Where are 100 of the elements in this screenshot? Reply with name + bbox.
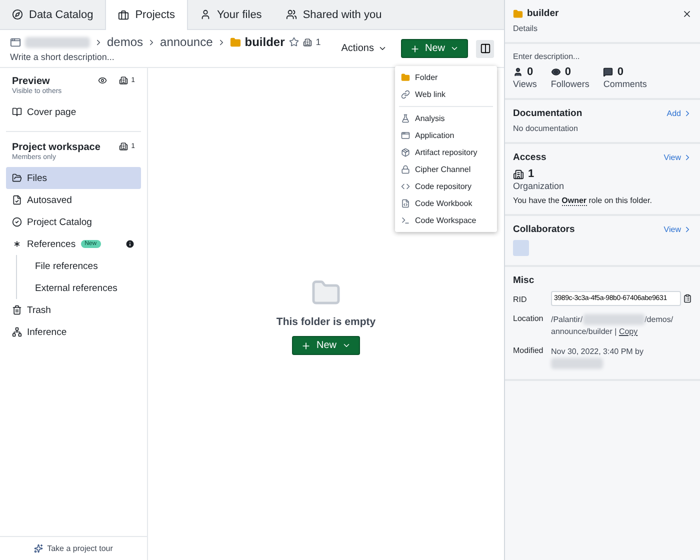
building-icon [513, 168, 524, 180]
section-title: Collaborators [513, 224, 576, 235]
clipboard-icon [683, 294, 692, 303]
briefcase-icon [118, 10, 130, 20]
compass-icon [12, 9, 23, 20]
panel-title: builder [527, 8, 560, 19]
stat-value: 0 [564, 66, 571, 78]
building-icon [119, 76, 128, 85]
organization-label: Organization [513, 181, 566, 191]
sidebar-item[interactable]: File references [17, 255, 141, 277]
collaborator-avatar [513, 240, 529, 256]
chevron-icon [683, 225, 692, 234]
section-title: Preview [12, 76, 51, 87]
document-icon [12, 195, 22, 205]
field-label: RID [513, 294, 528, 304]
folder-icon [401, 73, 410, 82]
columns-icon [480, 43, 490, 54]
close-icon[interactable] [682, 8, 692, 18]
chevron-icon [683, 109, 692, 118]
app-window-icon [401, 131, 410, 140]
sidebar-item[interactable]: Inference [6, 321, 141, 343]
check-circle-icon [12, 217, 22, 227]
caret-icon [342, 341, 350, 350]
location-path: /Palantir/ /demos/ announce/builder | Copy [551, 314, 674, 338]
person-icon [513, 67, 523, 77]
sidebar-item[interactable]: External references [17, 277, 141, 299]
copy-link[interactable]: Copy [618, 327, 638, 336]
nav-tab[interactable]: Your files [188, 0, 274, 29]
nav-tab[interactable]: Projects [105, 0, 188, 30]
link-icon [401, 90, 410, 99]
field-label: Modified [513, 346, 544, 355]
caret-icon [378, 44, 387, 53]
eye-icon [550, 67, 561, 77]
menu-item[interactable]: Code Workspace [395, 212, 497, 229]
view-link[interactable]: View [664, 225, 692, 234]
comment-icon [603, 67, 614, 77]
eye-icon [98, 76, 108, 85]
people-icon [286, 9, 297, 20]
lock-icon [401, 165, 410, 174]
view-link[interactable]: View [664, 153, 692, 162]
new-button[interactable]: New [292, 336, 360, 355]
menu-item[interactable]: Application [395, 127, 497, 144]
sidebar-item[interactable]: Autosaved [6, 189, 141, 211]
stat-label: Comments [603, 79, 647, 89]
folder-icon [513, 8, 523, 18]
package-icon [401, 148, 410, 157]
breadcrumb-link[interactable]: announce [160, 35, 213, 49]
section-title: Project workspace [12, 142, 100, 153]
section-title: Access [513, 152, 548, 163]
menu-item[interactable]: Folder [395, 69, 497, 86]
stat-label: Views [513, 79, 537, 89]
modified-text: Nov 30, 2022, 3:40 PM by [551, 346, 692, 370]
sidebar-item[interactable]: Project Catalog [6, 211, 141, 233]
stat-value: 0 [617, 66, 624, 78]
role-text: You have the Owner role on this folder. [513, 196, 653, 205]
person-icon [200, 9, 211, 20]
stat-value: 0 [527, 66, 534, 78]
sidebar-item[interactable]: Files [6, 167, 141, 189]
description-placeholder[interactable]: Enter description... [513, 52, 692, 61]
menu-item[interactable]: Artifact repository [395, 144, 497, 161]
building-icon [119, 142, 128, 151]
folder-icon [12, 173, 22, 183]
plus-icon [301, 340, 312, 350]
folder-title: builder [244, 35, 285, 49]
project-tour-link[interactable]: Take a project tour [47, 544, 113, 553]
add-link[interactable]: Add [666, 109, 692, 118]
breadcrumb-link[interactable]: demos [107, 35, 144, 49]
terminal-icon [401, 216, 410, 225]
empty-message: This folder is empty [276, 316, 376, 328]
nav-tab[interactable]: Shared with you [274, 0, 394, 29]
trash-icon [12, 305, 22, 315]
nav-tab[interactable]: Data Catalog [0, 0, 106, 29]
blurred-text [25, 36, 90, 48]
plus-icon [410, 44, 420, 54]
field-label: Location [513, 314, 544, 323]
documentation-text: No documentation [513, 124, 579, 133]
section-title: Documentation [513, 108, 584, 119]
book-icon [12, 107, 22, 117]
new-button[interactable]: New [400, 39, 468, 58]
caret-icon [450, 44, 459, 53]
menu-item[interactable]: Analysis [395, 110, 497, 127]
actions-button[interactable]: Actions [335, 39, 393, 58]
window-icon [10, 36, 21, 48]
sidebar-item[interactable]: Cover page [6, 101, 141, 123]
chevron-icon [683, 153, 692, 162]
panel-toggle-button[interactable] [476, 40, 494, 58]
folder-icon [230, 36, 241, 48]
menu-item[interactable]: Code Workbook [395, 195, 497, 212]
star-icon[interactable] [288, 37, 299, 47]
code-icon [401, 182, 410, 191]
description-placeholder[interactable]: Write a short description... [10, 52, 336, 62]
code-file-icon [401, 199, 410, 208]
org-count: 1 [316, 37, 321, 47]
menu-item[interactable]: Cipher Channel [395, 161, 497, 178]
menu-item[interactable]: Code repository [395, 178, 497, 195]
menu-item[interactable]: Web link [395, 86, 497, 103]
sparkle-icon [34, 544, 44, 553]
section-title: Misc [513, 275, 536, 286]
panel-subtitle: Details [513, 24, 538, 33]
sidebar-item[interactable]: Trash [6, 299, 141, 321]
